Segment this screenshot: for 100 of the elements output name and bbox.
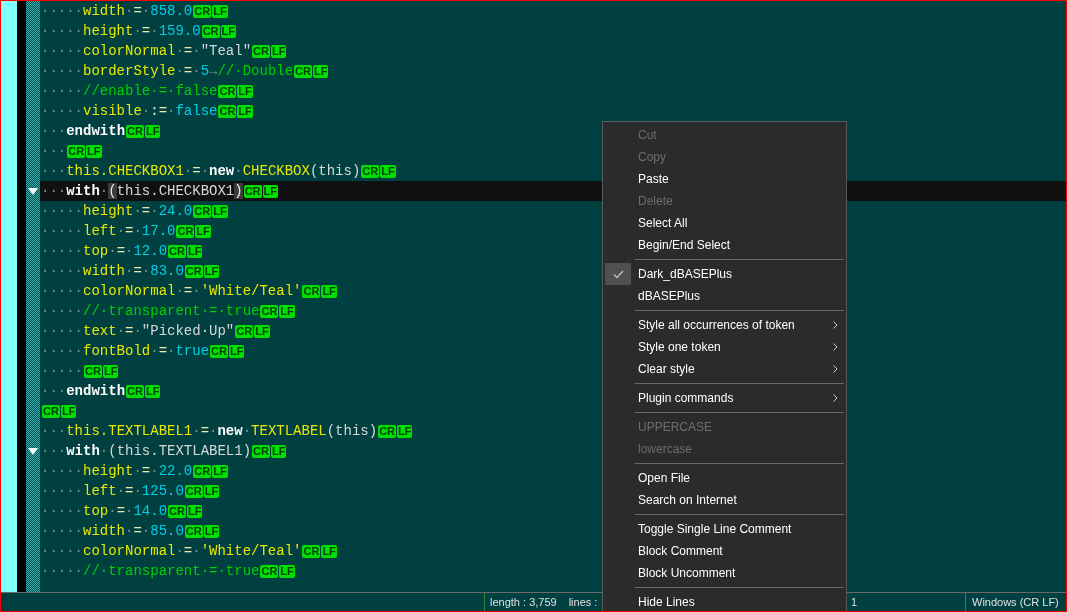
line-ending-badge: CR [168,244,186,258]
code-line: ··· [41,142,67,161]
code-line: ····· [41,362,83,381]
status-text: Windows (CR LF) [972,596,1059,608]
line-ending-badge: CR [42,404,60,418]
line-ending-badge: CR [126,124,144,138]
line-ending-badge: LF [186,244,203,258]
code-line: ·····left·=·125.0 [41,482,184,501]
line-ending-badge: CR [210,344,228,358]
menu-item[interactable]: Style one token [603,336,846,358]
menu-item[interactable]: Block Uncomment [603,562,846,584]
menu-item[interactable]: Block Comment [603,540,846,562]
line-ending-badge: LF [237,84,253,98]
line-ending-badge: CR [294,64,312,78]
code-line: ·····left·=·17.0 [41,222,176,241]
code-line: ·····colorNormal·=·"Teal" [41,42,252,61]
code-line: ·····width·=·85.0 [41,522,184,541]
code-line: ·····borderStyle·=·5→//·Double [41,62,294,81]
line-ending-badge: LF [270,444,287,458]
line-ending-badge: LF [254,324,270,338]
line-ending-badge: LF [220,24,236,38]
code-line: ···endwith [41,382,126,401]
line-ending-badge: LF [203,264,220,278]
code-line: ·····height·=·22.0 [41,462,193,481]
line-ending-badge: LF [144,384,161,398]
menu-item[interactable]: Toggle Single Line Comment [603,518,846,540]
code-line: ·····//·transparent·=·true [41,302,260,321]
line-ending-badge: CR [260,304,279,318]
line-ending-badge: CR [361,164,380,178]
line-ending-badge: CR [235,324,254,338]
line-ending-badge: CR [218,84,237,98]
line-ending-badge: LF [228,344,245,358]
code-line: ···endwith [41,122,126,141]
line-ending-badge: CR [193,4,212,18]
code-line: ·····//enable·=·false [41,82,218,101]
code-line: ·····visible·:=·false [41,102,218,121]
code-line: ·····colorNormal·=·'White/Teal' [41,542,302,561]
line-ending-badge: LF [203,484,220,498]
menu-item[interactable]: Select All [603,212,846,234]
status-text: 1 [851,596,858,608]
line-ending-badge: LF [313,64,329,78]
line-ending-badge: LF [212,464,228,478]
code-line: ···with·(this.TEXTLABEL1) [41,442,252,461]
line-ending-badge: CR [201,24,220,38]
line-ending-badge: CR [126,384,144,398]
line-ending-badge: CR [260,564,279,578]
line-ending-badge: LF [237,104,253,118]
code-line: ···this.CHECKBOX1·=·new·CHECKBOX(this) [41,162,361,181]
line-ending-badge: CR [193,464,212,478]
fold-marker-icon[interactable] [28,447,38,455]
line-ending-badge: LF [86,144,102,158]
line-ending-badge: CR [252,44,270,58]
code-line: ·····//·transparent·=·true [41,562,260,581]
line-ending-badge: LF [212,4,228,18]
line-ending-badge: LF [60,404,77,418]
menu-item[interactable]: Search on Internet [603,489,846,511]
menu-item[interactable]: Open File [603,467,846,489]
line-ending-badge: CR [302,284,321,298]
line-ending-badge: LF [195,224,211,238]
line-ending-badge: LF [279,564,295,578]
line-ending-badge: CR [184,264,203,278]
code-line: ·····text·=·"Picked·Up" [41,322,235,341]
line-ending-badge: CR [378,424,397,438]
line-ending-badge: CR [184,524,203,538]
check-icon [612,269,624,279]
line-ending-badge: CR [302,544,321,558]
menu-item[interactable]: Begin/End Select [603,234,846,256]
line-ending-badge: CR [252,444,270,458]
menu-item[interactable]: Dark_dBASEPlus [603,263,846,285]
line-ending-badge: LF [279,304,295,318]
line-ending-badge: CR [193,204,212,218]
code-line: ·····height·=·24.0 [41,202,193,221]
code-line: ·····width·=·858.0 [41,2,193,21]
code-line: ·····top·=·14.0 [41,502,168,521]
line-ending-badge: LF [186,504,203,518]
line-ending-badge: CR [243,184,262,198]
status-text: length : 3,759 [490,595,557,610]
code-line: ···with·(this.CHECKBOX1) [41,182,243,201]
fold-marker-icon[interactable] [28,187,38,195]
line-ending-badge: LF [203,524,220,538]
line-ending-badge: LF [321,544,337,558]
code-line: ·····width·=·83.0 [41,262,184,281]
menu-item[interactable]: Style all occurrences of token [603,314,846,336]
menu-item[interactable]: Paste [603,168,846,190]
code-line: ·····top·=·12.0 [41,242,168,261]
code-line: ·····fontBold·=·true [41,342,210,361]
code-line: ·····colorNormal·=·'White/Teal' [41,282,302,301]
menu-item[interactable]: Hide Lines [603,591,846,611]
line-ending-badge: LF [144,124,161,138]
line-ending-badge: LF [270,44,287,58]
menu-item[interactable]: dBASEPlus [603,285,846,307]
line-ending-badge: LF [262,184,278,198]
code-line: ·····height·=·159.0 [41,22,201,41]
menu-item[interactable]: Clear style [603,358,846,380]
line-ending-badge: CR [67,144,86,158]
code-line: ···this.TEXTLABEL1·=·new·TEXTLABEL(this) [41,422,378,441]
line-ending-badge: CR [184,484,203,498]
line-ending-badge: LF [212,204,228,218]
line-ending-badge: CR [84,364,102,378]
menu-item[interactable]: Plugin commands [603,387,846,409]
